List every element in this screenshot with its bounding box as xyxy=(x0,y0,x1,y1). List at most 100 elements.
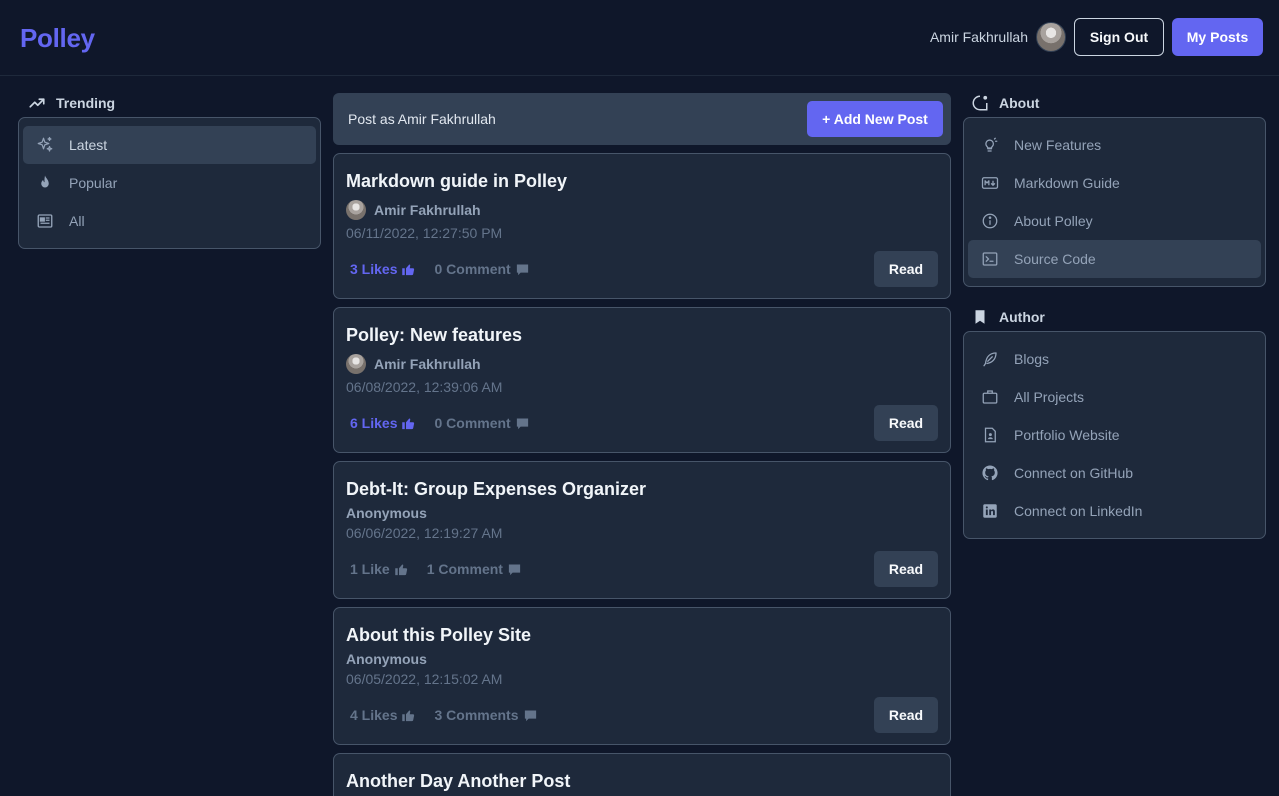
comment-icon xyxy=(516,264,528,275)
author-item-linkedin[interactable]: Connect on LinkedIn xyxy=(968,492,1261,530)
author-avatar xyxy=(346,354,366,374)
author-item-label: Blogs xyxy=(1014,351,1050,367)
comment-link[interactable]: 0 Comment xyxy=(434,261,529,277)
author-item-github[interactable]: Connect on GitHub xyxy=(968,454,1261,492)
post-card[interactable]: Another Day Another Post xyxy=(333,753,951,796)
author-heading: Author xyxy=(971,308,1045,326)
info-icon xyxy=(980,211,1000,231)
add-new-post-button[interactable]: + Add New Post xyxy=(807,101,943,137)
post-card[interactable]: About this Polley Site Anonymous 06/05/2… xyxy=(333,607,951,745)
comment-count: 0 Comment xyxy=(434,415,511,431)
about-item-label: About Polley xyxy=(1014,213,1093,229)
about-item-markdown-guide[interactable]: Markdown Guide xyxy=(968,164,1261,202)
about-item-source-code[interactable]: Source Code xyxy=(968,240,1261,278)
post-date: 06/11/2022, 12:27:50 PM xyxy=(346,225,503,241)
like-count: 1 Like xyxy=(350,561,390,577)
my-posts-button[interactable]: My Posts xyxy=(1172,18,1263,56)
about-item-about-polley[interactable]: About Polley xyxy=(968,202,1261,240)
author-item-label: Connect on GitHub xyxy=(1014,465,1134,481)
app-logo[interactable]: Polley xyxy=(20,23,95,54)
comment-link[interactable]: 3 Comments xyxy=(434,707,537,723)
user-avatar[interactable] xyxy=(1036,22,1066,52)
about-item-label: Markdown Guide xyxy=(1014,175,1120,191)
thumbs-up-icon xyxy=(394,563,407,575)
post-stats: 3 Likes 0 Comment xyxy=(350,261,530,277)
fire-icon xyxy=(35,173,55,193)
comment-count: 3 Comments xyxy=(434,707,519,723)
lightbulb-icon xyxy=(980,135,1000,155)
post-date: 06/08/2022, 12:39:06 AM xyxy=(346,379,503,395)
comment-link[interactable]: 0 Comment xyxy=(434,415,529,431)
briefcase-icon xyxy=(980,387,1000,407)
post-author: Anonymous xyxy=(346,505,427,521)
post-composer-bar: Post as Amir Fakhrullah + Add New Post xyxy=(333,93,951,145)
top-header: Polley Amir Fakhrullah Sign Out My Posts xyxy=(0,0,1279,76)
post-as-label: Post as Amir Fakhrullah xyxy=(348,111,496,127)
post-title[interactable]: Polley: New features xyxy=(346,325,522,346)
trending-item-label: Popular xyxy=(69,175,118,191)
trending-heading: Trending xyxy=(28,94,115,112)
like-button[interactable]: 4 Likes xyxy=(350,707,416,723)
comment-icon xyxy=(524,710,536,721)
read-button[interactable]: Read xyxy=(874,697,938,733)
trending-item-latest[interactable]: Latest xyxy=(23,126,316,164)
post-title[interactable]: About this Polley Site xyxy=(346,625,531,646)
like-count: 3 Likes xyxy=(350,261,398,277)
author-item-portfolio-website[interactable]: Portfolio Website xyxy=(968,416,1261,454)
thumbs-up-icon xyxy=(402,709,415,721)
author-heading-label: Author xyxy=(999,309,1045,325)
post-card[interactable]: Debt-It: Group Expenses Organizer Anonym… xyxy=(333,461,951,599)
about-heading-label: About xyxy=(999,95,1040,111)
post-author-name: Anonymous xyxy=(346,651,427,667)
post-title[interactable]: Another Day Another Post xyxy=(346,771,570,792)
post-title[interactable]: Debt-It: Group Expenses Organizer xyxy=(346,479,646,500)
post-author-name: Amir Fakhrullah xyxy=(374,356,481,372)
comment-link[interactable]: 1 Comment xyxy=(427,561,522,577)
thumbs-up-icon xyxy=(402,263,415,275)
post-stats: 4 Likes 3 Comments xyxy=(350,707,538,723)
author-avatar xyxy=(346,200,366,220)
read-button[interactable]: Read xyxy=(874,551,938,587)
trending-item-popular[interactable]: Popular xyxy=(23,164,316,202)
post-author-name: Anonymous xyxy=(346,505,427,521)
post-stats: 6 Likes 0 Comment xyxy=(350,415,530,431)
sparkles-icon xyxy=(35,135,55,155)
comment-icon xyxy=(508,564,521,575)
post-stats: 1 Like 1 Comment xyxy=(350,561,522,577)
post-author-name: Amir Fakhrullah xyxy=(374,202,481,218)
trending-item-all[interactable]: All xyxy=(23,202,316,240)
read-button[interactable]: Read xyxy=(874,405,938,441)
read-button[interactable]: Read xyxy=(874,251,938,287)
comment-count: 0 Comment xyxy=(434,261,511,277)
github-icon xyxy=(980,463,1000,483)
trending-panel: Latest Popular All xyxy=(18,117,321,249)
author-item-label: All Projects xyxy=(1014,389,1085,405)
author-item-all-projects[interactable]: All Projects xyxy=(968,378,1261,416)
markdown-icon xyxy=(980,173,1000,193)
like-button[interactable]: 1 Like xyxy=(350,561,409,577)
trending-item-label: Latest xyxy=(69,137,108,153)
about-item-new-features[interactable]: New Features xyxy=(968,126,1261,164)
sign-out-button[interactable]: Sign Out xyxy=(1074,18,1164,56)
newspaper-icon xyxy=(35,211,55,231)
post-card[interactable]: Markdown guide in Polley Amir Fakhrullah… xyxy=(333,153,951,299)
post-title[interactable]: Markdown guide in Polley xyxy=(346,171,567,192)
feather-icon xyxy=(980,349,1000,369)
about-heading: About xyxy=(971,94,1039,112)
thumbs-up-icon xyxy=(402,417,415,429)
author-item-blogs[interactable]: Blogs xyxy=(968,340,1261,378)
trending-heading-label: Trending xyxy=(56,95,116,111)
about-panel: New Features Markdown Guide About Polley… xyxy=(963,117,1266,287)
about-item-label: New Features xyxy=(1014,137,1102,153)
author-item-label: Portfolio Website xyxy=(1014,427,1120,443)
terminal-icon xyxy=(980,249,1000,269)
chat-bubble-icon xyxy=(972,95,988,111)
linkedin-icon xyxy=(980,501,1000,521)
post-author: Amir Fakhrullah xyxy=(346,200,481,220)
post-card[interactable]: Polley: New features Amir Fakhrullah 06/… xyxy=(333,307,951,453)
like-button[interactable]: 3 Likes xyxy=(350,261,416,277)
current-user-name: Amir Fakhrullah xyxy=(929,29,1028,45)
trending-item-label: All xyxy=(69,213,85,229)
like-button[interactable]: 6 Likes xyxy=(350,415,416,431)
comment-count: 1 Comment xyxy=(426,561,503,577)
